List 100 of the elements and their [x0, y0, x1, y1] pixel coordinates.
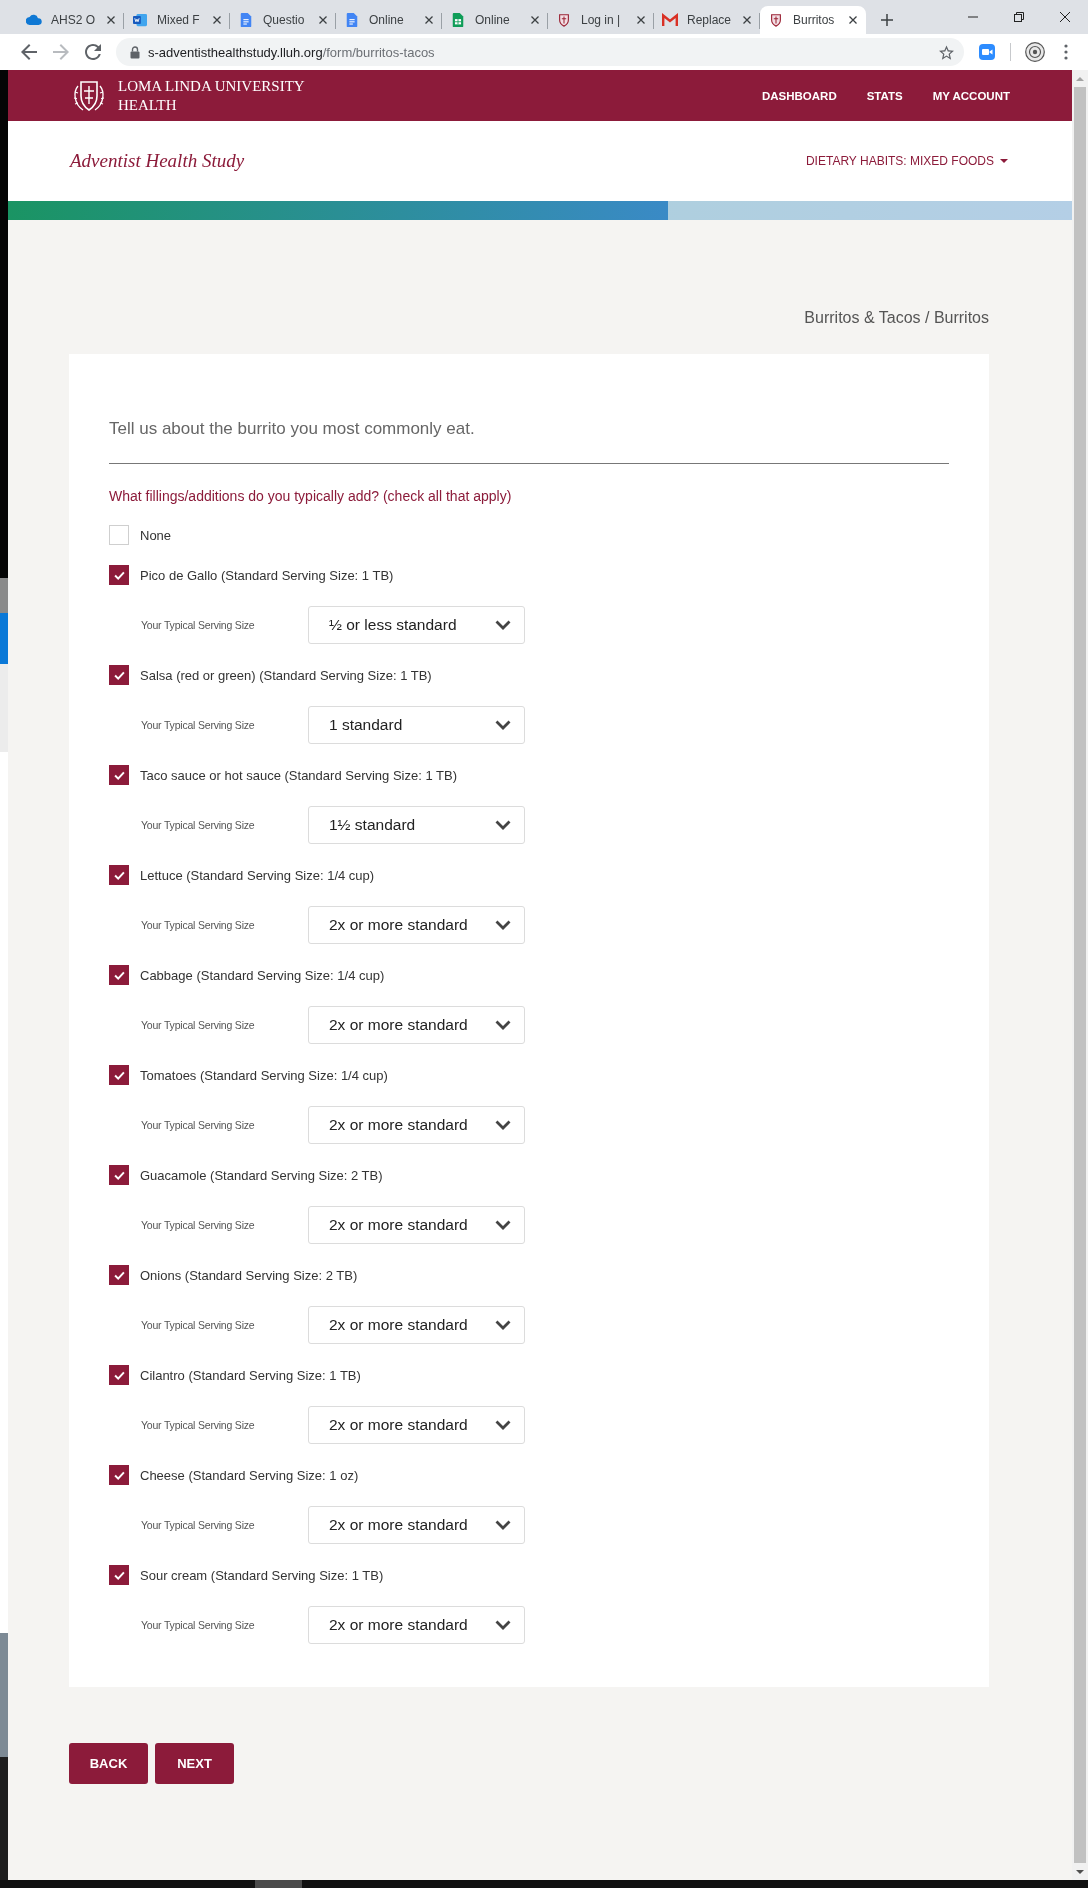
question-text: What fillings/additions do you typically add? (check all that apply)	[109, 487, 512, 506]
nav-button[interactable]: NEXT	[155, 1743, 234, 1784]
browser-tab[interactable]: Log in |	[548, 6, 654, 34]
checkbox[interactable]	[109, 665, 129, 685]
close-icon[interactable]	[743, 16, 751, 24]
browser-tab[interactable]: AHS2 O	[18, 6, 124, 34]
browser-tab[interactable]: Online	[442, 6, 548, 34]
checkmark-icon	[113, 1370, 125, 1380]
serving-size-dropdown[interactable]: 2x or more standard	[308, 1106, 525, 1144]
serving-size-label: Your Typical Serving Size	[141, 1619, 255, 1631]
restore-icon[interactable]	[1014, 12, 1024, 22]
nav-link[interactable]: MY ACCOUNT	[932, 89, 1010, 102]
document-icon	[238, 13, 254, 27]
serving-size-dropdown[interactable]: 2x or more standard	[308, 1306, 525, 1344]
checkmark-icon	[113, 970, 125, 980]
option-label[interactable]: Cilantro (Standard Serving Size: 1 TB)	[140, 1367, 361, 1383]
checkbox[interactable]	[109, 765, 129, 785]
close-icon[interactable]	[425, 16, 433, 24]
browser-tab[interactable]: Mixed F	[124, 6, 230, 34]
serving-size-dropdown[interactable]: 1½ standard	[308, 806, 525, 844]
close-icon[interactable]	[1060, 12, 1070, 22]
checkbox[interactable]	[109, 1065, 129, 1085]
back-arrow-icon[interactable]	[21, 44, 37, 60]
browser-tab[interactable]: Online	[336, 6, 442, 34]
serving-size-dropdown[interactable]: 2x or more standard	[308, 1006, 525, 1044]
crest-icon	[556, 13, 572, 27]
checkbox[interactable]	[109, 965, 129, 985]
checkbox[interactable]	[109, 1365, 129, 1385]
plus-icon[interactable]	[881, 14, 893, 26]
section-menu[interactable]: DIETARY HABITS: MIXED FOODS	[805, 154, 1008, 168]
serving-size-dropdown[interactable]: 2x or more standard	[308, 1606, 525, 1644]
envelope-icon	[662, 13, 678, 27]
checkmark-icon	[113, 1070, 125, 1080]
nav-link[interactable]: DASHBOARD	[761, 89, 837, 102]
checkbox[interactable]	[109, 1465, 129, 1485]
chevron-down-icon	[495, 1120, 511, 1130]
checkmark-icon	[113, 770, 125, 780]
checkmark-icon	[113, 670, 125, 680]
browser-tab[interactable]: Burritos	[760, 6, 866, 34]
option-label[interactable]: Sour cream (Standard Serving Size: 1 TB)	[140, 1567, 384, 1583]
chevron-down-icon	[495, 920, 511, 930]
close-icon[interactable]	[107, 16, 115, 24]
checkbox[interactable]	[109, 565, 129, 585]
breadcrumb: Burritos & Tacos / Burritos	[804, 308, 989, 328]
option-label[interactable]: Onions (Standard Serving Size: 2 TB)	[140, 1267, 358, 1283]
more-icon[interactable]	[1064, 44, 1068, 60]
close-icon[interactable]	[213, 16, 221, 24]
chevron-down-icon	[495, 1320, 511, 1330]
scrollbar-thumb[interactable]	[1074, 87, 1086, 1863]
close-icon[interactable]	[319, 16, 327, 24]
cloud-icon	[26, 13, 42, 27]
serving-size-label: Your Typical Serving Size	[141, 919, 255, 931]
down-arrow-icon[interactable]	[1076, 1870, 1084, 1874]
serving-size-label: Your Typical Serving Size	[141, 1319, 255, 1331]
chevron-down-icon	[495, 720, 511, 730]
address-field[interactable]: s-adventisthealthstudy.lluh.org/form/burritos-tacos	[116, 38, 964, 66]
option-label[interactable]: Tomatoes (Standard Serving Size: 1/4 cup)	[140, 1067, 388, 1083]
close-icon[interactable]	[849, 16, 857, 24]
option-label[interactable]: None	[140, 527, 172, 543]
nav-link[interactable]: STATS	[866, 89, 903, 102]
option-label[interactable]: Guacamole (Standard Serving Size: 2 TB)	[140, 1167, 383, 1183]
browser-tab[interactable]: Replace	[654, 6, 760, 34]
nav-button[interactable]: BACK	[69, 1743, 148, 1784]
checkmark-icon	[113, 870, 125, 880]
close-icon[interactable]	[637, 16, 645, 24]
browser-tab[interactable]: Questio	[230, 6, 336, 34]
checkbox[interactable]	[109, 1265, 129, 1285]
serving-size-dropdown[interactable]: ½ or less standard	[308, 606, 525, 644]
logo-text[interactable]: LOMA LINDA UNIVERSITY HEALTH	[118, 76, 305, 115]
scrollbar[interactable]	[1072, 70, 1088, 1880]
serving-size-dropdown[interactable]: 2x or more standard	[308, 1406, 525, 1444]
option-label[interactable]: Taco sauce or hot sauce (Standard Serving Size: 1 TB)	[140, 767, 457, 783]
serving-size-label: Your Typical Serving Size	[141, 1119, 255, 1131]
checkbox[interactable]	[109, 1165, 129, 1185]
video-camera-icon[interactable]	[979, 44, 995, 60]
option-label[interactable]: Lettuce (Standard Serving Size: 1/4 cup)	[140, 867, 375, 883]
serving-size-label: Your Typical Serving Size	[141, 719, 255, 731]
avatar-icon[interactable]	[1025, 42, 1045, 62]
chevron-down-icon	[495, 620, 511, 630]
star-icon[interactable]	[939, 44, 954, 60]
serving-size-label: Your Typical Serving Size	[141, 619, 255, 631]
option-label[interactable]: Cheese (Standard Serving Size: 1 oz)	[140, 1467, 359, 1483]
chevron-down-icon	[495, 1520, 511, 1530]
serving-size-dropdown[interactable]: 2x or more standard	[308, 1506, 525, 1544]
crest-icon	[768, 13, 784, 27]
option-label[interactable]: Cabbage (Standard Serving Size: 1/4 cup)	[140, 967, 385, 983]
document-icon	[344, 13, 360, 27]
checkbox[interactable]	[109, 1565, 129, 1585]
chevron-down-icon	[495, 1620, 511, 1630]
checkmark-icon	[113, 1170, 125, 1180]
option-label[interactable]: Salsa (red or green) (Standard Serving Size: 1 TB)	[140, 667, 432, 683]
serving-size-dropdown[interactable]: 1 standard	[308, 706, 525, 744]
serving-size-dropdown[interactable]: 2x or more standard	[308, 906, 525, 944]
close-icon[interactable]	[531, 16, 539, 24]
serving-size-label: Your Typical Serving Size	[141, 1219, 255, 1231]
chevron-down-icon	[495, 1420, 511, 1430]
option-label[interactable]: Pico de Gallo (Standard Serving Size: 1 TB)	[140, 567, 394, 583]
checkbox[interactable]	[109, 865, 129, 885]
reload-icon[interactable]	[85, 44, 101, 60]
serving-size-dropdown[interactable]: 2x or more standard	[308, 1206, 525, 1244]
